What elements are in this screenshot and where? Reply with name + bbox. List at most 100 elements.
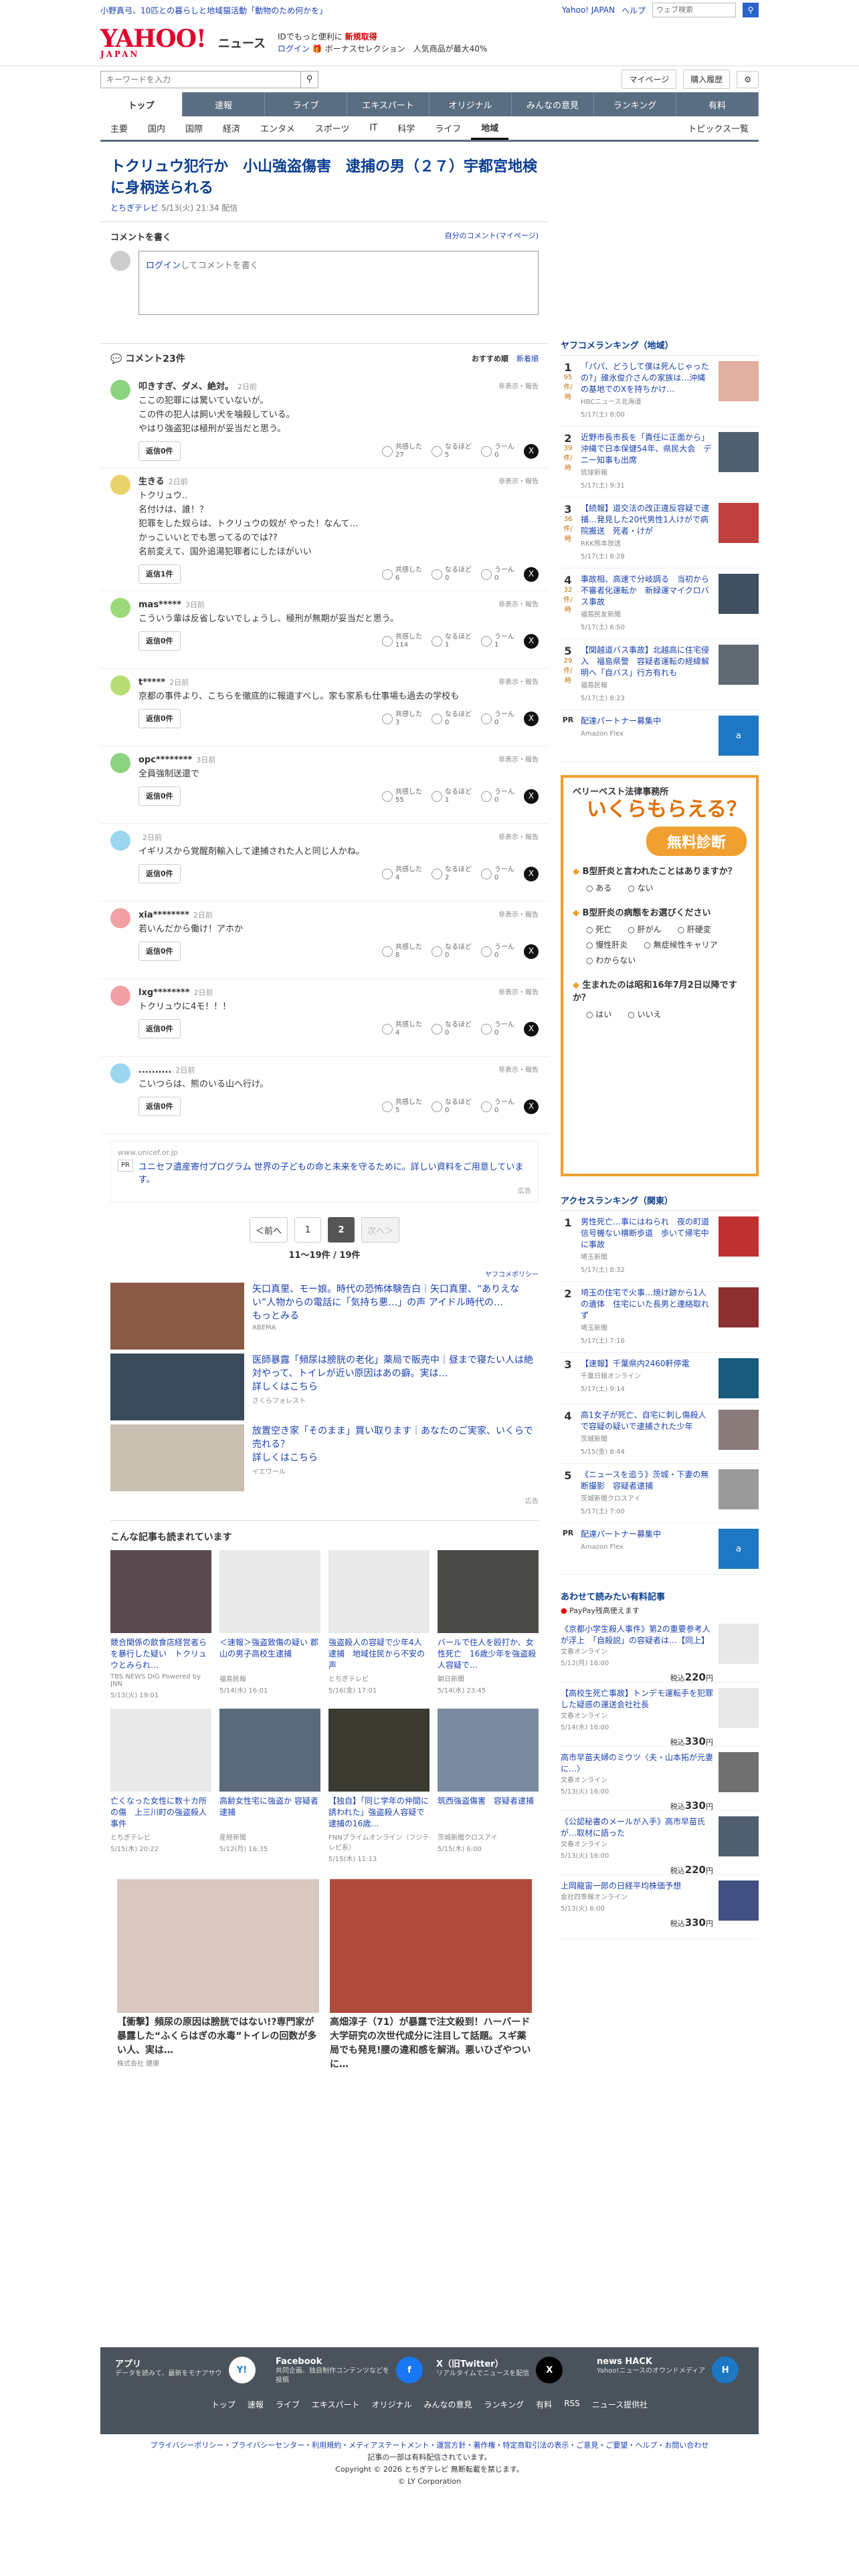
footer-link[interactable]: 速報	[248, 2399, 264, 2410]
insight-button[interactable]: なるほど 0	[432, 1099, 472, 1115]
ad-opt[interactable]: はい	[586, 1008, 611, 1020]
comment-user[interactable]: 2日前	[138, 831, 162, 845]
insight-button[interactable]: なるほど 1	[432, 633, 472, 649]
insight-button[interactable]: なるほど 5	[432, 443, 472, 459]
report-link[interactable]: 非表示・報告	[498, 908, 539, 922]
legal-links[interactable]: プライバシーポリシー・プライバシーセンター・利用規約・メディアステートメント・運…	[151, 2441, 709, 2450]
report-link[interactable]: 非表示・報告	[498, 831, 539, 845]
x-share-icon[interactable]: X	[524, 944, 539, 959]
ranking-item[interactable]: 4 高1女子が死亡、自宅に刺し傷殺人で容疑の疑いで逮捕された少年 茨城新聞 5/15(…	[561, 1404, 759, 1464]
reply-button[interactable]: 返信1件	[138, 564, 181, 584]
ad-item[interactable]: 高畑淳子（71）が暴露で注文殺到！ハーバード大学研究の次世代成分に注目して話題。…	[330, 1879, 532, 2072]
cat-local[interactable]: 地域	[471, 116, 509, 140]
empathy-button[interactable]: 共感した 4	[382, 866, 422, 882]
ad-opt[interactable]: 死亡	[586, 924, 611, 935]
ranking-item[interactable]: 2 埼玉の住宅で火事…焼け跡から1人の遺体 住宅にいた長男と連絡取れず 埼玉新聞 5/…	[561, 1282, 759, 1353]
related-article[interactable]: 亡くなった女性に数十カ所の傷 上三川町の強盗殺人事件 とちぎテレビ 5/15(木) …	[110, 1709, 211, 1863]
comment-user[interactable]: 叩きすぎ、ダメ、絶対。 2日前	[138, 380, 257, 394]
ad-opt[interactable]: 無症候性キャリア	[644, 939, 718, 950]
insight-button[interactable]: なるほど 0	[432, 711, 472, 727]
nav-original[interactable]: オリジナル	[430, 92, 512, 116]
reply-button[interactable]: 返信0件	[138, 631, 181, 651]
ranking-item[interactable]: 2 39 件/時 近野市長市長を「責任に正面から」沖縄で日本保健54年、県民大会 デニ…	[561, 427, 759, 498]
empathy-button[interactable]: 共感した 114	[382, 633, 422, 649]
ranking-item[interactable]: 3 【速報】千葉県内2460軒停電 千葉日報オンライン 5/17(土) 9:14	[561, 1353, 759, 1404]
nav-expert[interactable]: エキスパート	[347, 92, 430, 116]
empathy-button[interactable]: 共感した 55	[382, 788, 422, 804]
related-article[interactable]: 筑西強盗傷害 容疑者逮捕 茨城新聞クロスアイ 5/15(木) 6:00	[438, 1709, 539, 1863]
reply-button[interactable]: 返信0件	[138, 441, 181, 461]
insight-button[interactable]: なるほど 0	[432, 566, 472, 582]
x-share-icon[interactable]: X	[524, 1021, 539, 1037]
ad-opt[interactable]: 慢性肝炎	[586, 939, 628, 950]
ranking-item[interactable]: 5 29 件/時 【関越道バス事故】北越高に住宅侵入 福島県警 容疑者運転の経緯解明へ…	[561, 639, 759, 710]
related-article[interactable]: 強盗殺人の容疑で少年4人逮捕 地域住民から不安の声 とちぎテレビ 5/16(金) 1…	[328, 1550, 430, 1699]
hmm-button[interactable]: うーん 0	[481, 711, 514, 727]
ranking-item[interactable]: 1 男性死亡…事にはねられ 夜の町道 信号機ない横断歩道 歩いて帰宅中に事故 埼玉新…	[561, 1211, 759, 1282]
cat-entertainment[interactable]: エンタメ	[250, 116, 305, 140]
paid-article[interactable]: 上岡龍宙一郎の日経平均株価予想 会社四季報オンライン 5/13(火) 6:00 税込3…	[561, 1875, 759, 1939]
footer-link[interactable]: ニュース提供社	[592, 2399, 648, 2410]
cat-domestic[interactable]: 国内	[138, 116, 175, 140]
footer-col[interactable]: news HACK Yahoo!ニュースのオウンドメディア H	[597, 2357, 744, 2385]
ad-item[interactable]: 放置空き家「そのまま」買い取ります｜あなたのご実家、いくらで売れる？ 詳しくはこち…	[110, 1424, 539, 1491]
page-1-button[interactable]: 1	[294, 1217, 321, 1243]
article-title[interactable]: トクリュウ犯行か 小山強盗傷害 逮捕の男（２７）宇都宮地検に身柄送られる	[100, 148, 549, 202]
empathy-button[interactable]: 共感した 3	[382, 711, 422, 727]
hmm-button[interactable]: うーん 0	[481, 1099, 514, 1115]
footer-link[interactable]: RSS	[564, 2399, 580, 2410]
insight-button[interactable]: なるほど 0	[432, 1021, 472, 1037]
gear-icon[interactable]: ⚙	[737, 70, 759, 88]
nav-breaking[interactable]: 速報	[183, 92, 265, 116]
compose-login-link[interactable]: ログイン	[146, 261, 181, 271]
signup-link[interactable]: 新規取得	[345, 32, 377, 41]
footer-col[interactable]: X（旧Twitter） リアルタイムでニュースを配信 X	[436, 2357, 583, 2385]
ranking-pr[interactable]: PR 配達パートナー募集中 Amazon Flex a	[561, 710, 759, 762]
access-pr[interactable]: PR 配達パートナー募集中 Amazon Flex a	[561, 1523, 759, 1575]
x-share-icon[interactable]: X	[524, 788, 539, 804]
pr-text[interactable]: ユニセフ遺産寄付プログラム 世界の子どもの命と未来を守るために。詳しい資料をご用…	[138, 1160, 531, 1185]
x-share-icon[interactable]: X	[524, 633, 539, 649]
ad-opt[interactable]: 肝がん	[628, 924, 662, 935]
page-2-button[interactable]: 2	[328, 1217, 355, 1243]
prev-page-button[interactable]: ＜前へ	[249, 1217, 288, 1243]
report-link[interactable]: 非表示・報告	[498, 598, 539, 612]
ad-cta-button[interactable]: 無料診断	[646, 827, 747, 856]
comment-user[interactable]: lxg******** 2日前	[138, 986, 213, 1000]
paid-article[interactable]: 《京都小学生殺人事件》第2の重要参考人が浮上 「自殺説」の容疑者は…【同上】 文春…	[561, 1618, 759, 1683]
related-article[interactable]: ＜速報＞強盗致傷の疑い 郡山の男子高校生逮捕 福島民報 5/14(水) 16:01	[219, 1550, 320, 1699]
insight-button[interactable]: なるほど 0	[432, 944, 472, 960]
empathy-button[interactable]: 共感した 5	[382, 1099, 422, 1115]
footer-col[interactable]: Facebook 共同企画、独自制作コンテンツなどを投稿 f	[276, 2357, 423, 2385]
login-link[interactable]: ログイン	[278, 44, 310, 53]
top-headline-link[interactable]: 小野真弓、10匹との暮らしと地域猫活動「動物のため何かを」	[100, 5, 327, 16]
comment-user[interactable]: 生きる 2日前	[138, 475, 188, 489]
nav-paid[interactable]: 有料	[676, 92, 759, 116]
related-article[interactable]: 高齢女性宅に強盗か 容疑者逮捕 産経新聞 5/12(月) 16:35	[219, 1709, 320, 1863]
news-logo-text[interactable]: ニュース	[218, 34, 266, 51]
yahoo-logo[interactable]: YAHOO! JAPAN	[100, 27, 207, 58]
footer-link[interactable]: みんなの意見	[424, 2399, 472, 2410]
search-icon[interactable]: ⚲	[301, 70, 318, 88]
topics-list-link[interactable]: トピックス一覧	[678, 116, 759, 140]
hmm-button[interactable]: うーん 0	[481, 788, 514, 804]
ad-item[interactable]: 矢口真里、モー娘。時代の恐怖体験告白｜矢口真里、“ありえない”人物からの電話に「…	[110, 1283, 539, 1350]
comment-user[interactable]: t***** 2日前	[138, 675, 189, 689]
report-link[interactable]: 非表示・報告	[498, 986, 539, 1000]
empathy-button[interactable]: 共感した 8	[382, 944, 422, 960]
ad-item[interactable]: 【衝撃】頻尿の原因は膀胱ではない!?専門家が暴露した“ふくらはぎの水毒”トイレの…	[117, 1879, 319, 2072]
insight-button[interactable]: なるほど 1	[432, 788, 472, 804]
cat-economy[interactable]: 経済	[213, 116, 250, 140]
related-article[interactable]: 【独自】「同じ学年の仲間に誘われた」強盗殺人容疑で逮捕の16歳… FNNプライムオ…	[328, 1709, 430, 1863]
hmm-button[interactable]: うーん 0	[481, 566, 514, 582]
ranking-item[interactable]: 5 《ニュースを追う》茨城・下妻の無断撮影 容疑者逮捕 茨城新聞クロスアイ 5/17(…	[561, 1464, 759, 1523]
footer-link[interactable]: エキスパート	[312, 2399, 360, 2410]
report-link[interactable]: 非表示・報告	[498, 1063, 539, 1077]
cat-it[interactable]: IT	[359, 116, 387, 140]
comment-input[interactable]: ログインしてコメントを書く	[138, 251, 539, 315]
footer-link[interactable]: 有料	[536, 2399, 552, 2410]
nav-live[interactable]: ライブ	[265, 92, 347, 116]
report-link[interactable]: 非表示・報告	[498, 475, 539, 489]
ranking-item[interactable]: 3 36 件/時 【続報】道交法の改正違反容疑で逮捕…発見した20代男性1人けがで病院…	[561, 498, 759, 568]
related-article[interactable]: 競合関係の飲食店経営者らを暴行した疑い トクリュウとみられ… TBS NEWS D…	[110, 1550, 211, 1699]
